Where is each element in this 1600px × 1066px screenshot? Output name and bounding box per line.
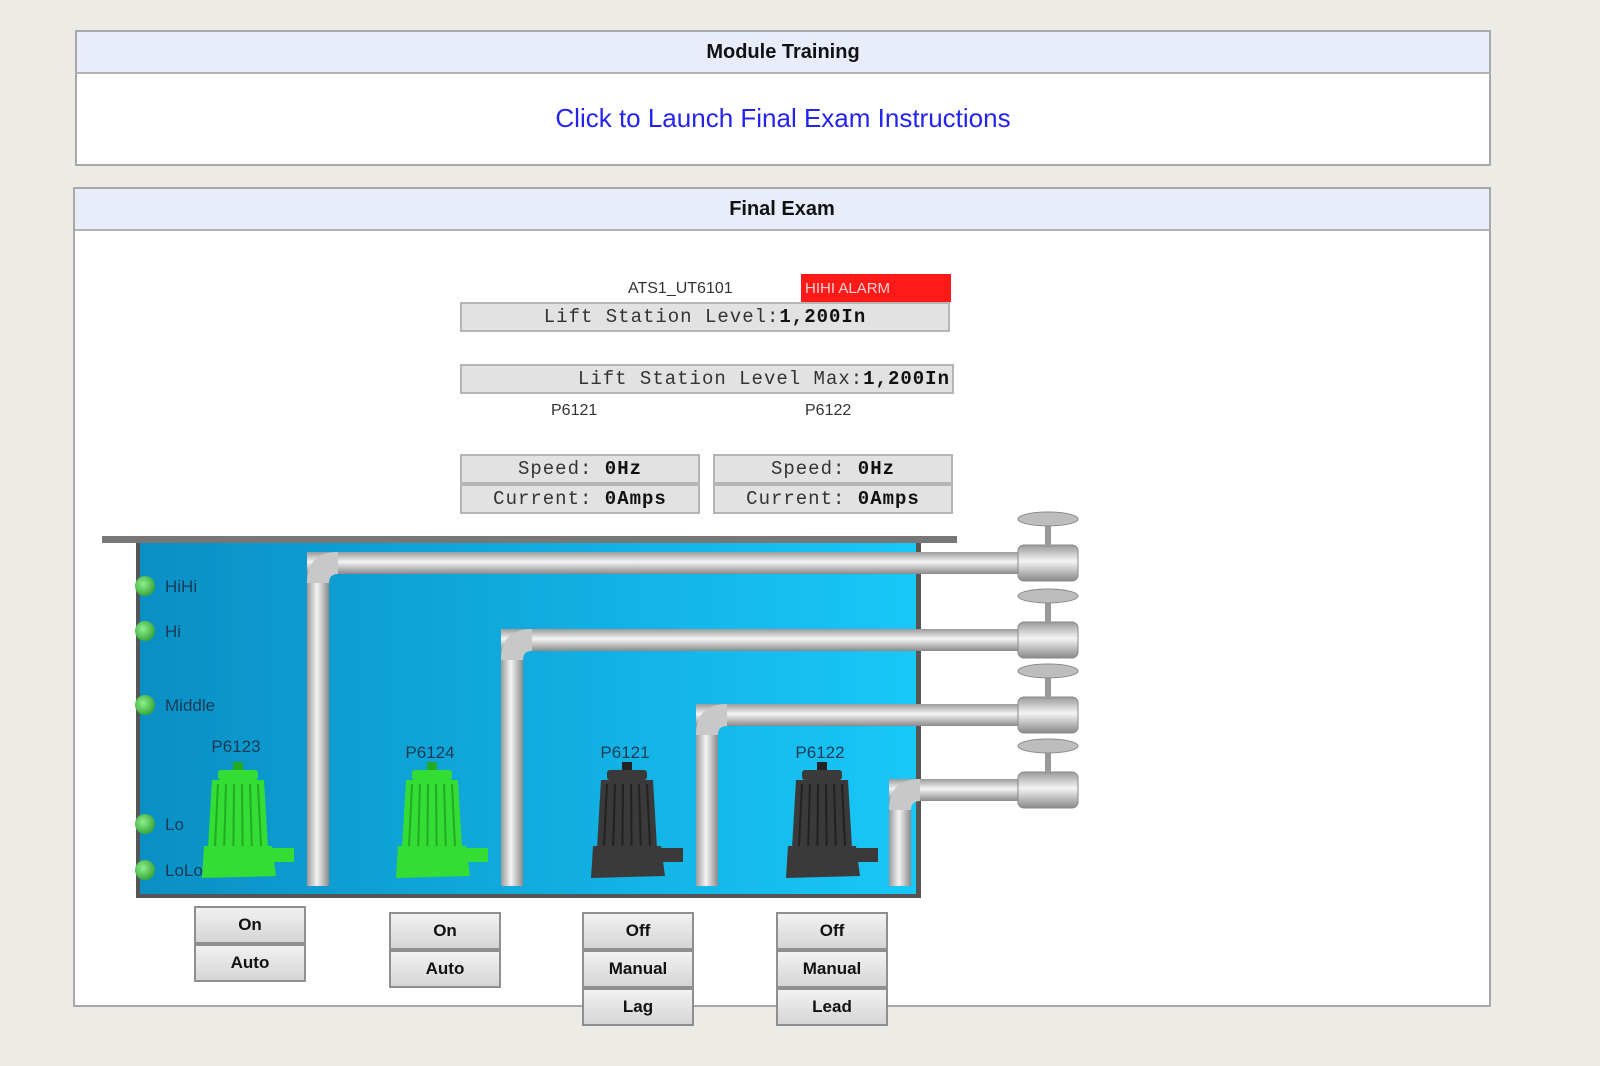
pump-cooling-fin: [232, 783, 235, 847]
wet-well-floor: [136, 894, 921, 898]
pump-mode-button[interactable]: Manual: [776, 950, 888, 988]
pump-role-button[interactable]: Lead: [776, 988, 888, 1026]
level-switch-indicator-icon: [135, 576, 155, 596]
pump-cooling-fin: [241, 783, 244, 847]
discharge-pipe-header: [501, 629, 1069, 651]
wet-well-wall-left: [136, 543, 140, 897]
valve-body: [1017, 696, 1079, 734]
level-switch-indicator-icon: [135, 814, 155, 834]
level-switch-indicator-icon: [135, 695, 155, 715]
valve-body: [1017, 771, 1079, 809]
discharge-pipe-riser: [307, 563, 329, 886]
discharge-pipe-riser: [501, 640, 523, 886]
valve-handwheel: [1017, 588, 1079, 604]
level-switch-label: Hi: [165, 622, 181, 641]
discharge-pipe-header: [696, 704, 1069, 726]
pump-cooling-fin: [825, 783, 828, 847]
pump-name-label: P6124: [405, 743, 454, 762]
level-switch-label: Lo: [165, 815, 184, 834]
pump-state-button[interactable]: Off: [582, 912, 694, 950]
pump-name-label: P6121: [600, 743, 649, 762]
pump-role-button[interactable]: Lag: [582, 988, 694, 1026]
level-switch-indicator-icon: [135, 860, 155, 880]
pump-cooling-fin: [621, 783, 624, 847]
pump-discharge-flange: [272, 848, 294, 862]
pump-cooling-fin: [426, 783, 429, 847]
discharge-valves: [1017, 511, 1079, 809]
level-switch-label: HiHi: [165, 577, 197, 596]
valve-body: [1017, 544, 1079, 582]
pump-mode-button[interactable]: Auto: [389, 950, 501, 988]
valve-body: [1017, 621, 1079, 659]
pump-mode-button[interactable]: Auto: [194, 944, 306, 982]
level-switch-label: LoLo: [165, 861, 203, 880]
pump-lifting-eye: [817, 762, 827, 770]
pump-motor-cap: [412, 770, 452, 780]
level-switch-label: Middle: [165, 696, 215, 715]
valve-handwheel: [1017, 738, 1079, 754]
pump-motor-cap: [802, 770, 842, 780]
pump-cooling-fin: [816, 783, 819, 847]
pump-motor-cap: [607, 770, 647, 780]
pump-lifting-eye: [427, 762, 437, 770]
pump-lifting-eye: [622, 762, 632, 770]
level-switch-indicator-icon: [135, 621, 155, 641]
pump-volute: [202, 846, 276, 878]
discharge-pipe-riser: [696, 715, 718, 886]
pump-cooling-fin: [435, 783, 438, 847]
pump-discharge-flange: [466, 848, 488, 862]
valve-handwheel: [1017, 663, 1079, 679]
pump-discharge-flange: [661, 848, 683, 862]
pump-motor-cap: [218, 770, 258, 780]
pump-name-label: P6123: [211, 737, 260, 756]
pump-lifting-eye: [233, 762, 243, 770]
pump-cooling-fin: [630, 783, 633, 847]
wet-well-rim: [102, 536, 957, 543]
pump-state-button[interactable]: On: [389, 912, 501, 950]
pump-state-button[interactable]: On: [194, 906, 306, 944]
pump-mode-button[interactable]: Manual: [582, 950, 694, 988]
pump-volute: [396, 846, 470, 878]
pump-state-button[interactable]: Off: [776, 912, 888, 950]
pump-name-label: P6122: [795, 743, 844, 762]
discharge-pipe-header: [307, 552, 1069, 574]
pump-volute: [591, 846, 665, 878]
valve-handwheel: [1017, 511, 1079, 527]
pump-discharge-flange: [856, 848, 878, 862]
pump-volute: [786, 846, 860, 878]
